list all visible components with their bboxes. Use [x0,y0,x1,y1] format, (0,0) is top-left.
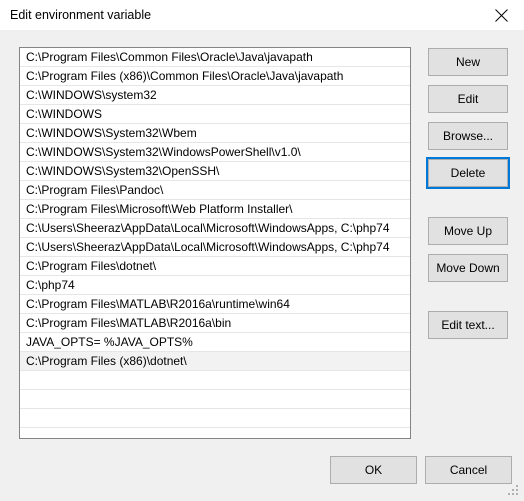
path-list-empty-row[interactable] [20,409,410,428]
path-list-item[interactable]: C:\Users\Sheeraz\AppData\Local\Microsoft… [20,219,410,238]
path-list-item[interactable]: C:\Program Files\dotnet\ [20,257,410,276]
path-list-item[interactable]: C:\php74 [20,276,410,295]
title-bar[interactable]: Edit environment variable [0,0,524,31]
browse-button[interactable]: Browse... [428,122,508,150]
new-button[interactable]: New [428,48,508,76]
path-list-item[interactable]: C:\Program Files\MATLAB\R2016a\bin [20,314,410,333]
path-list-item[interactable]: C:\WINDOWS\System32\WindowsPowerShell\v1… [20,143,410,162]
close-button[interactable] [479,0,524,30]
path-list-item[interactable]: JAVA_OPTS= %JAVA_OPTS% [20,333,410,352]
path-list-item[interactable]: C:\Program Files\Common Files\Oracle\Jav… [20,48,410,67]
resize-grip-icon[interactable] [508,485,520,497]
path-list-empty-row[interactable] [20,371,410,390]
path-list-item[interactable]: C:\WINDOWS [20,105,410,124]
window-title: Edit environment variable [10,8,152,22]
path-list-item[interactable]: C:\WINDOWS\system32 [20,86,410,105]
path-list-item[interactable]: C:\WINDOWS\System32\Wbem [20,124,410,143]
path-list-item[interactable]: C:\Program Files\Pandoc\ [20,181,410,200]
path-list-item[interactable]: C:\Program Files\MATLAB\R2016a\runtime\w… [20,295,410,314]
close-icon [495,8,508,22]
path-list-item[interactable]: C:\WINDOWS\System32\OpenSSH\ [20,162,410,181]
path-list-item[interactable]: C:\Program Files (x86)\Common Files\Orac… [20,67,410,86]
move-down-button[interactable]: Move Down [428,254,508,282]
delete-button[interactable]: Delete [426,157,510,189]
path-list-item[interactable]: C:\Users\Sheeraz\AppData\Local\Microsoft… [20,238,410,257]
path-list-item[interactable]: C:\Program Files (x86)\dotnet\ [20,352,410,371]
edit-text-button[interactable]: Edit text... [428,311,508,339]
path-list-item[interactable]: C:\Program Files\Microsoft\Web Platform … [20,200,410,219]
cancel-button[interactable]: Cancel [425,456,512,484]
dialog-body: C:\Program Files\Common Files\Oracle\Jav… [0,31,524,501]
move-up-button[interactable]: Move Up [428,217,508,245]
path-list-empty-row[interactable] [20,390,410,409]
edit-button[interactable]: Edit [428,85,508,113]
ok-button[interactable]: OK [330,456,417,484]
path-list[interactable]: C:\Program Files\Common Files\Oracle\Jav… [19,47,411,439]
